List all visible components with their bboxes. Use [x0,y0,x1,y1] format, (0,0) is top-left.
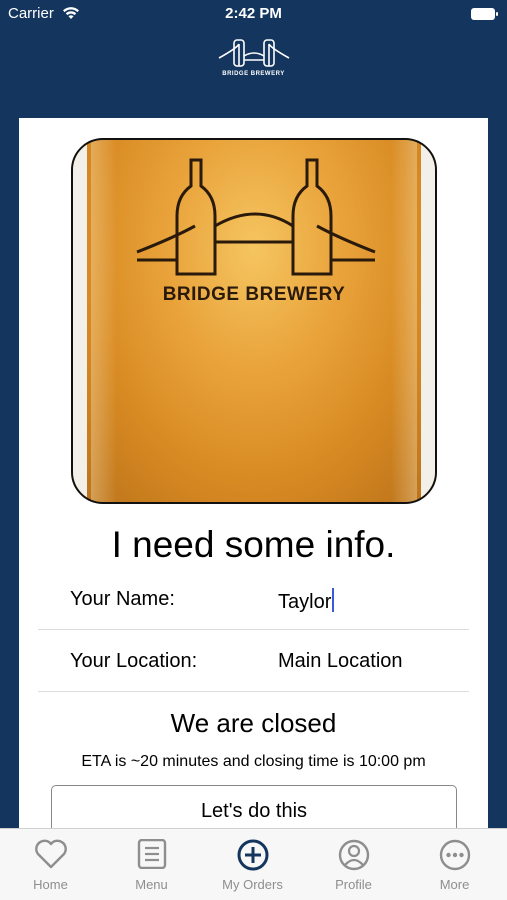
tab-my-orders[interactable]: My Orders [202,829,303,900]
battery-icon [471,8,498,20]
text-cursor [332,588,335,612]
clock: 2:42 PM [225,5,282,22]
profile-icon [338,839,369,871]
location-row: Your Location: Main Location [38,630,469,692]
hero-backdrop-left [73,140,87,502]
form-title: I need some info. [111,524,396,565]
plus-circle-icon [237,839,268,871]
location-label: Your Location: [70,650,198,672]
menu-list-icon [137,839,166,869]
tab-profile-label: Profile [335,877,372,892]
hero-backdrop-right [421,140,435,502]
heart-icon [34,839,67,869]
tab-home-label: Home [33,877,68,892]
eta-text: ETA is ~20 minutes and closing time is 1… [81,753,426,770]
tab-home[interactable]: Home [0,829,101,900]
hero-image: BRIDGE BREWERY [71,138,437,504]
store-status: We are closed [170,708,337,738]
tab-bar: Home Menu My Orders Profile More [0,828,507,900]
header-brand: BRIDGE BREWERY [222,71,285,77]
name-row: Your Name: Taylor [38,568,469,630]
hero-brand-text: BRIDGE BREWERY [162,284,346,305]
tab-profile[interactable]: Profile [303,829,404,900]
glass-highlight-left [91,140,117,502]
name-field[interactable]: Taylor [278,588,335,614]
tab-my-orders-label: My Orders [222,877,283,892]
tab-more[interactable]: More [404,829,505,900]
tab-menu[interactable]: Menu [101,829,202,900]
bridge-brewery-logo-icon [136,158,376,276]
header-logo: BRIDGE BREWERY [214,36,294,84]
tab-menu-label: Menu [135,877,168,892]
status-bar: Carrier 2:42 PM [0,0,507,30]
bridge-logo-icon [218,39,289,67]
name-label: Your Name: [70,588,175,610]
more-icon [439,839,470,871]
tab-more-label: More [439,877,470,892]
name-value: Taylor [278,591,332,613]
info-card: BRIDGE BREWERY I need some info. Your Na… [19,118,488,835]
location-selector[interactable]: Main Location [278,650,403,673]
glass-highlight-right [391,140,417,502]
